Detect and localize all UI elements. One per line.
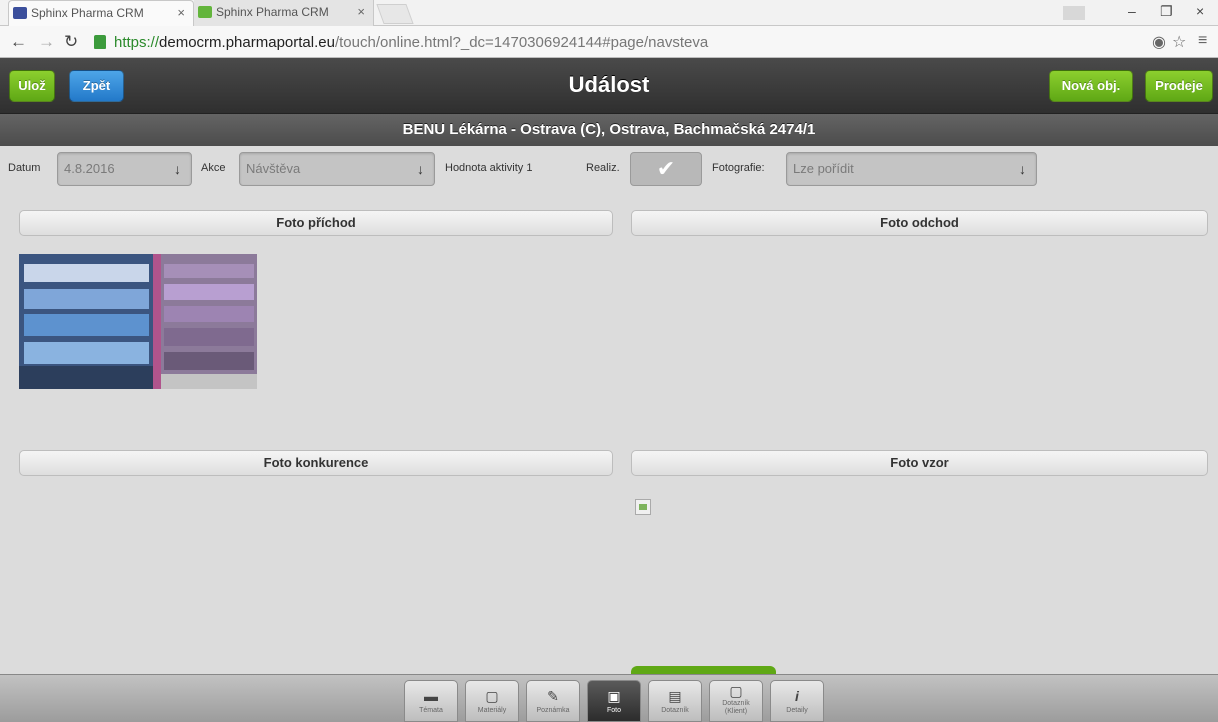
tab-label: Témata	[419, 707, 443, 714]
arrival-photo[interactable]	[19, 254, 257, 389]
date-label: Datum	[8, 162, 41, 174]
date-select[interactable]: 4.8.2016 ↓	[57, 152, 192, 186]
tab-label: Poznámka	[536, 707, 570, 714]
camera-icon: ▣	[607, 688, 621, 704]
app-header: Ulož Zpět Událost Nová obj. Prodeje	[0, 58, 1218, 114]
info-icon: i	[795, 688, 799, 704]
tab-temata[interactable]: ▬ Témata	[404, 680, 458, 722]
pharmacy-shelves-image	[19, 254, 257, 389]
action-value: Návštěva	[246, 161, 301, 176]
browser-tab-1[interactable]: Sphinx Pharma CRM ×	[8, 0, 194, 26]
lock-icon	[94, 35, 106, 49]
activity-value-label: Hodnota aktivity 1	[445, 162, 533, 174]
url-field[interactable]: https://democrm.pharmaportal.eu/touch/on…	[90, 32, 1170, 54]
bottom-toolbar: ▬ Témata ▢ Materiály ✎ Poznámka ▣ Foto ▤…	[0, 674, 1218, 722]
forward-arrow-icon[interactable]: →	[38, 32, 55, 52]
tab-label: Detaily	[786, 707, 808, 714]
url-scheme: https://	[114, 34, 160, 51]
browser-tab-2[interactable]: Sphinx Pharma CRM ×	[194, 0, 374, 26]
tab-label: Dotazník	[661, 707, 689, 714]
profile-icon[interactable]	[1063, 6, 1085, 20]
foto-odchod-button[interactable]: Foto odchod	[631, 210, 1208, 236]
back-arrow-icon[interactable]: ←	[10, 32, 27, 52]
tab-poznamka[interactable]: ✎ Poznámka	[526, 680, 580, 722]
photos-value: Lze pořídit	[793, 161, 854, 176]
tab-label: Foto	[606, 707, 621, 714]
sales-button[interactable]: Prodeje	[1145, 70, 1213, 102]
foto-konkurence-button[interactable]: Foto konkurence	[19, 450, 613, 476]
realized-checkbox[interactable]: ✔	[630, 152, 702, 186]
new-order-button[interactable]: Nová obj.	[1049, 70, 1133, 102]
box-icon: ▢	[485, 688, 499, 704]
url-host: democrm.pharmaportal.eu	[159, 34, 335, 51]
note-icon: ✎	[547, 688, 559, 704]
browser-tab-bar: Sphinx Pharma CRM × Sphinx Pharma CRM × …	[0, 0, 1218, 26]
action-select[interactable]: Návštěva ↓	[239, 152, 435, 186]
page-title: Událost	[568, 72, 650, 97]
tab-materialy[interactable]: ▢ Materiály	[465, 680, 519, 722]
action-label: Akce	[201, 162, 226, 174]
tab-title: Sphinx Pharma CRM	[31, 6, 144, 20]
url-path: /touch/online.html?_dc=1470306924144#pag…	[334, 34, 709, 51]
bookmark-star-icon[interactable]: ☆	[1172, 32, 1186, 52]
arrow-down-icon: ↓	[1019, 161, 1026, 177]
date-value: 4.8.2016	[64, 161, 115, 176]
event-form-row: Datum 4.8.2016 ↓ Akce Návštěva ↓ Hodnota…	[0, 146, 1218, 190]
close-window-icon[interactable]: ×	[1196, 3, 1204, 19]
tab-detaily[interactable]: i Detaily	[770, 680, 824, 722]
foto-vzor-button[interactable]: Foto vzor	[631, 450, 1208, 476]
tab-title: Sphinx Pharma CRM	[216, 5, 329, 19]
favicon-icon	[13, 7, 27, 19]
reload-icon[interactable]: ↻	[64, 32, 78, 52]
arrow-down-icon: ↓	[417, 161, 424, 177]
favicon-icon	[198, 6, 212, 18]
close-tab-icon[interactable]: ×	[357, 4, 365, 19]
foto-prichod-button[interactable]: Foto příchod	[19, 210, 613, 236]
address-bar: ← → ↻ https://democrm.pharmaportal.eu/to…	[0, 26, 1218, 58]
close-tab-icon[interactable]: ×	[177, 5, 185, 20]
tab-dotaznik-klient[interactable]: ▢ Dotazník (Klient)	[709, 680, 763, 722]
square-icon: ▢	[729, 683, 743, 699]
photos-label: Fotografie:	[712, 162, 765, 174]
broken-image-icon	[635, 499, 651, 515]
pharmacy-address: BENU Lékárna - Ostrava (C), Ostrava, Bac…	[0, 114, 1218, 146]
checkmark-icon: ✔	[656, 156, 676, 181]
chat-icon: ▬	[424, 688, 438, 704]
arrow-down-icon: ↓	[174, 161, 181, 177]
extension-icon[interactable]: ◉	[1152, 32, 1166, 52]
menu-icon[interactable]: ≡	[1198, 32, 1207, 50]
tab-label: Materiály	[477, 707, 507, 714]
tab-dotaznik[interactable]: ▤ Dotazník	[648, 680, 702, 722]
form-icon: ▤	[668, 688, 682, 704]
tab-label: Dotazník (Klient)	[722, 700, 750, 715]
restore-icon[interactable]: ❐	[1160, 3, 1173, 20]
realized-label: Realiz.	[586, 162, 620, 174]
minimize-icon[interactable]: –	[1128, 3, 1136, 19]
new-tab-button[interactable]	[376, 4, 414, 24]
tab-foto[interactable]: ▣ Foto	[587, 680, 641, 722]
photos-select[interactable]: Lze pořídit ↓	[786, 152, 1037, 186]
